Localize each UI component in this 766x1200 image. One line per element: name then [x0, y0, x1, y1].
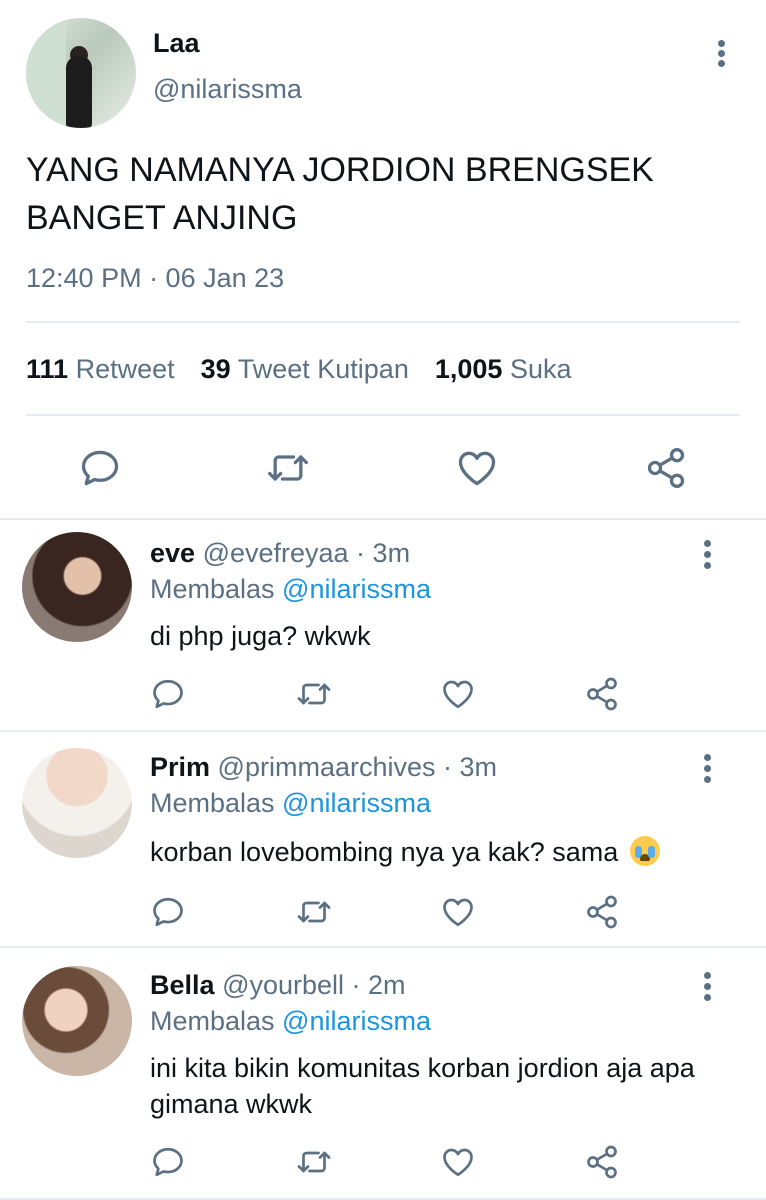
- reply-author-name[interactable]: Bella: [150, 970, 215, 1000]
- replying-to: Membalas @nilarissma: [150, 1006, 431, 1036]
- reply-author-name[interactable]: eve: [150, 538, 195, 568]
- retweet-icon[interactable]: [266, 446, 310, 490]
- more-options-icon[interactable]: [698, 754, 718, 790]
- avatar[interactable]: [26, 18, 136, 128]
- tweet-stats: 111 Retweet 39 Tweet Kutipan 1,005 Suka: [26, 354, 571, 385]
- like-icon[interactable]: [440, 676, 476, 712]
- avatar[interactable]: [22, 966, 132, 1076]
- retweet-icon[interactable]: [296, 676, 332, 712]
- divider: [26, 414, 740, 416]
- reply-author-handle[interactable]: @evefreyaa · 3m: [203, 538, 410, 568]
- more-options-icon[interactable]: [698, 972, 718, 1008]
- reply-text-container: korban lovebombing nya ya kak? sama: [150, 834, 730, 870]
- avatar[interactable]: [22, 748, 132, 858]
- reply-author-name[interactable]: Prim: [150, 752, 210, 782]
- share-icon[interactable]: [584, 894, 620, 930]
- retweet-count[interactable]: 111 Retweet: [26, 354, 175, 384]
- more-options-icon[interactable]: [712, 36, 732, 72]
- reply-item[interactable]: Prim @primmaarchives · 3m Membalas @nila…: [0, 732, 766, 948]
- reply-icon[interactable]: [150, 1144, 186, 1180]
- reply-text: di php juga? wkwk: [150, 621, 371, 651]
- author-handle[interactable]: @nilarissma: [153, 74, 302, 105]
- author-name[interactable]: Laa: [153, 28, 200, 59]
- reply-icon[interactable]: [78, 446, 122, 490]
- reply-text: ini kita bikin komunitas korban jordion …: [150, 1053, 695, 1119]
- tweet-text: YANG NAMANYA JORDION BRENGSEK BANGET ANJ…: [26, 151, 654, 237]
- reply-author-handle[interactable]: @yourbell · 2m: [222, 970, 405, 1000]
- reply-author-handle[interactable]: @primmaarchives · 3m: [218, 752, 497, 782]
- replying-to: Membalas @nilarissma: [150, 788, 431, 818]
- share-icon[interactable]: [644, 446, 688, 490]
- tweet-timestamp: 12:40 PM · 06 Jan 23: [26, 263, 285, 293]
- retweet-icon[interactable]: [296, 894, 332, 930]
- share-icon[interactable]: [584, 676, 620, 712]
- loudly-crying-face-emoji: [629, 836, 660, 866]
- share-icon[interactable]: [584, 1144, 620, 1180]
- reply-item[interactable]: Bella @yourbell · 2m Membalas @nilarissm…: [0, 948, 766, 1200]
- quote-count[interactable]: 39 Tweet Kutipan: [201, 354, 409, 384]
- reply-icon[interactable]: [150, 894, 186, 930]
- retweet-icon[interactable]: [296, 1144, 332, 1180]
- mention-link[interactable]: @nilarissma: [282, 1006, 431, 1036]
- mention-link[interactable]: @nilarissma: [282, 788, 431, 818]
- divider: [26, 321, 740, 323]
- replying-to: Membalas @nilarissma: [150, 574, 431, 604]
- reply-text: korban lovebombing nya ya kak? sama: [150, 837, 619, 867]
- like-count[interactable]: 1,005 Suka: [435, 354, 572, 384]
- like-icon[interactable]: [455, 446, 499, 490]
- avatar[interactable]: [22, 532, 132, 642]
- mention-link[interactable]: @nilarissma: [282, 574, 431, 604]
- reply-icon[interactable]: [150, 676, 186, 712]
- like-icon[interactable]: [440, 1144, 476, 1180]
- reply-item[interactable]: eve @evefreyaa · 3m Membalas @nilarissma…: [0, 520, 766, 732]
- more-options-icon[interactable]: [698, 540, 718, 576]
- main-tweet: Laa @nilarissma YANG NAMANYA JORDION BRE…: [0, 0, 766, 520]
- like-icon[interactable]: [440, 894, 476, 930]
